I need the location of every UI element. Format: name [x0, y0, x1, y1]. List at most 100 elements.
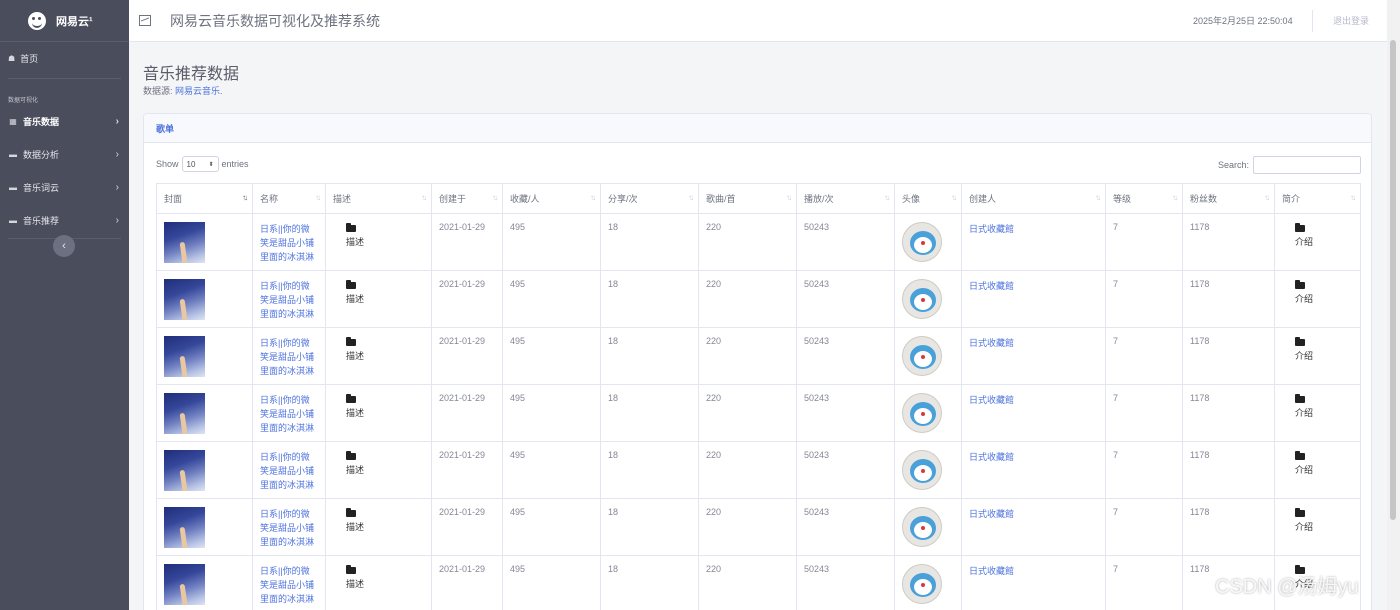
songs-cell: 220 — [698, 441, 797, 499]
data-source-link[interactable]: 网易云音乐. — [175, 86, 223, 96]
playlist-name-link[interactable]: 日系||你的微笑是甜品小铺里面的冰淇淋 — [252, 498, 326, 556]
songs-cell: 220 — [698, 327, 797, 385]
songs-cell: 220 — [698, 213, 797, 271]
description-cell[interactable]: 描述 — [325, 213, 432, 271]
column-header[interactable]: 简介 ↑↓ — [1274, 183, 1361, 214]
page-scrollbar[interactable] — [1387, 0, 1400, 610]
avatar — [902, 336, 942, 376]
sort-icon: ↑↓ — [590, 193, 596, 202]
playlist-name-link[interactable]: 日系||你的微笑是甜品小铺里面的冰淇淋 — [252, 555, 326, 610]
creator-link[interactable]: 日式收藏館 — [961, 213, 1106, 271]
chevron-right-icon: › — [115, 116, 119, 127]
sidebar-item-data-analysis[interactable]: ▬ 数据分析 › — [0, 138, 129, 171]
sort-icon: ↑↓ — [492, 193, 498, 202]
fans-cell: 1178 — [1182, 327, 1275, 385]
intro-cell[interactable]: 介绍 — [1274, 270, 1361, 328]
shares-cell: 18 — [600, 384, 699, 442]
playlist-cover-image[interactable] — [164, 507, 205, 548]
playlist-name-link[interactable]: 日系||你的微笑是甜品小铺里面的冰淇淋 — [252, 213, 326, 271]
column-header[interactable]: 播放/次 ↑↓ — [796, 183, 895, 214]
avatar-cell — [894, 213, 962, 271]
avatar — [902, 507, 942, 547]
playlist-cover-image[interactable] — [164, 450, 205, 491]
search-input[interactable] — [1253, 156, 1362, 174]
created-cell: 2021-01-29 — [431, 498, 503, 556]
playlist-cover-image[interactable] — [164, 279, 205, 320]
chevron-updown-icon: ⬍ — [208, 161, 214, 168]
entries-label: entries — [221, 159, 249, 169]
playlist-name-link[interactable]: 日系||你的微笑是甜品小铺里面的冰淇淋 — [252, 441, 326, 499]
column-header[interactable]: 粉丝数 ↑↓ — [1182, 183, 1275, 214]
creator-link[interactable]: 日式收藏館 — [961, 270, 1106, 328]
favorites-cell: 495 — [502, 270, 601, 328]
column-header[interactable]: 描述 ↑↓ — [325, 183, 432, 214]
intro-cell[interactable]: 介绍 — [1274, 327, 1361, 385]
playlist-cover-image[interactable] — [164, 222, 205, 263]
column-header-label: 名称 — [260, 194, 279, 204]
description-cell[interactable]: 描述 — [325, 441, 432, 499]
description-cell[interactable]: 描述 — [325, 555, 432, 610]
sidebar-divider — [8, 78, 121, 79]
playlist-name-link[interactable]: 日系||你的微笑是甜品小铺里面的冰淇淋 — [252, 384, 326, 442]
playlist-cover-image[interactable] — [164, 336, 205, 377]
sort-icon: ↑↓ — [786, 193, 792, 202]
playlist-cover-image[interactable] — [164, 564, 205, 605]
sort-icon: ↑↓ — [315, 193, 321, 202]
chevron-right-icon: › — [115, 182, 119, 193]
cover-cell — [156, 498, 253, 556]
column-header[interactable]: 分享/次 ↑↓ — [600, 183, 699, 214]
fans-cell: 1178 — [1182, 384, 1275, 442]
intro-cell[interactable]: 介绍 — [1274, 213, 1361, 271]
shares-cell: 18 — [600, 441, 699, 499]
playlist-name-link[interactable]: 日系||你的微笑是甜品小铺里面的冰淇淋 — [252, 327, 326, 385]
intro-cell[interactable]: 介绍 — [1274, 441, 1361, 499]
avatar — [902, 279, 942, 319]
logout-link[interactable]: 退出登录 — [1333, 14, 1369, 27]
entries-select[interactable]: 10 ⬍ — [181, 156, 219, 172]
intro-label: 介绍 — [1295, 465, 1314, 475]
creator-link[interactable]: 日式收藏館 — [961, 555, 1106, 610]
column-header[interactable]: 等级 ↑↓ — [1105, 183, 1183, 214]
sidebar-item-word-cloud[interactable]: ▬ 音乐词云 › — [0, 171, 129, 204]
avatar — [902, 450, 942, 490]
brand[interactable]: 网易云¹ — [0, 0, 129, 42]
playlist-card: 歌单 Show 10 ⬍ entries Search: 封面 ↑↓ 名称 ↑↓ 描述 ↑… — [143, 113, 1372, 610]
description-cell[interactable]: 描述 — [325, 498, 432, 556]
intro-cell[interactable]: 介绍 — [1274, 498, 1361, 556]
app-title: 网易云音乐数据可视化及推荐系统 — [170, 12, 380, 29]
column-header[interactable]: 歌曲/首 ↑↓ — [698, 183, 797, 214]
description-cell[interactable]: 描述 — [325, 384, 432, 442]
creator-link[interactable]: 日式收藏館 — [961, 384, 1106, 442]
description-cell[interactable]: 描述 — [325, 270, 432, 328]
card-header: 歌单 — [144, 114, 1371, 143]
table-row: 日系||你的微笑是甜品小铺里面的冰淇淋 描述 2021-01-29 495 18 220 5… — [156, 384, 1361, 442]
playlist-name-link[interactable]: 日系||你的微笑是甜品小铺里面的冰淇淋 — [252, 270, 326, 328]
table-header-row: 封面 ↑↓ 名称 ↑↓ 描述 ↑↓ 创建于 ↑↓ 收藏/人 ↑↓ 分享/次 ↑↓ 歌曲/首 ↑↓ 播放/次 ↑… — [156, 183, 1361, 214]
sidebar-heading: 数据可视化 — [8, 98, 39, 104]
column-header[interactable]: 创建人 ↑↓ — [961, 183, 1106, 214]
creator-link[interactable]: 日式收藏館 — [961, 441, 1106, 499]
column-header[interactable]: 创建于 ↑↓ — [431, 183, 503, 214]
table-row: 日系||你的微笑是甜品小铺里面的冰淇淋 描述 2021-01-29 495 18 220 5… — [156, 498, 1361, 556]
creator-link[interactable]: 日式收藏館 — [961, 327, 1106, 385]
sidebar-toggle-button[interactable]: ‹ — [53, 235, 75, 257]
sidebar-item-music-data[interactable]: ▦ 音乐数据 › — [0, 105, 129, 138]
sidebar-item-label: 数据分析 — [23, 150, 60, 160]
column-header[interactable]: 名称 ↑↓ — [252, 183, 326, 214]
sidebar-item-recommend[interactable]: ▬ 音乐推荐 › — [0, 204, 129, 237]
column-header[interactable]: 收藏/人 ↑↓ — [502, 183, 601, 214]
intro-cell[interactable]: 介绍 — [1274, 384, 1361, 442]
column-header[interactable]: 头像 ↑↓ — [894, 183, 962, 214]
table-row: 日系||你的微笑是甜品小铺里面的冰淇淋 描述 2021-01-29 495 18 220 5… — [156, 270, 1361, 328]
creator-link[interactable]: 日式收藏館 — [961, 498, 1106, 556]
shares-cell: 18 — [600, 213, 699, 271]
watermark: CSDN @汤姆yu — [1215, 576, 1359, 598]
data-source: 数据源: 网易云音乐. — [143, 84, 223, 97]
scrollbar-thumb[interactable] — [1390, 40, 1396, 520]
description-cell[interactable]: 描述 — [325, 327, 432, 385]
column-header-label: 等级 — [1113, 194, 1132, 204]
playlist-cover-image[interactable] — [164, 393, 205, 434]
column-header[interactable]: 封面 ↑↓ — [156, 183, 253, 214]
description-label: 描述 — [346, 351, 365, 361]
sidebar-item-home[interactable]: ☗ 首页 — [0, 42, 129, 74]
